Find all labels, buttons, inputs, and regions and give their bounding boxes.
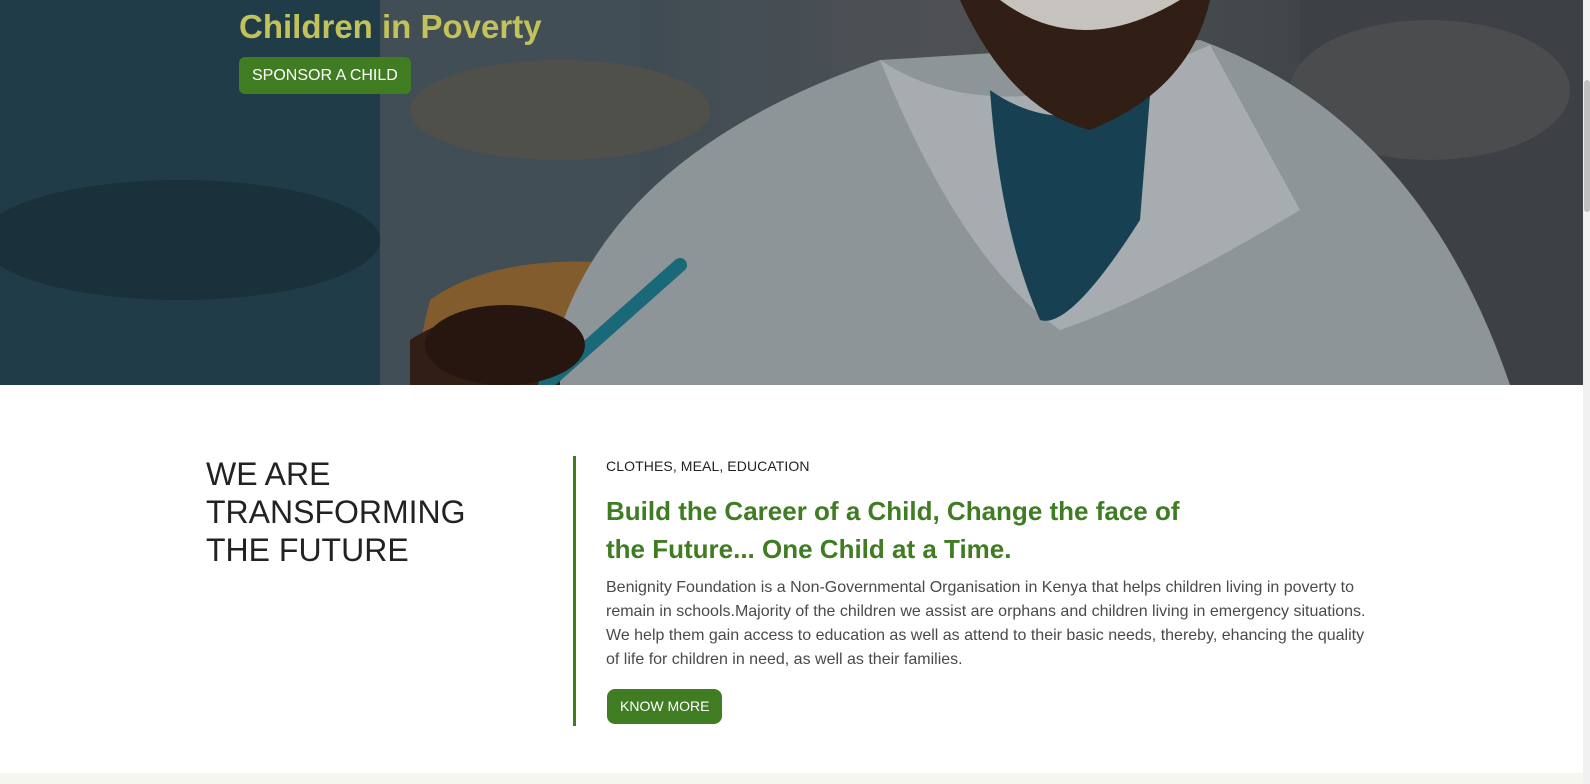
sponsor-a-child-button[interactable]: SPONSOR A CHILD [239, 57, 411, 94]
hero-title: Children in Poverty [239, 8, 542, 45]
hero-overlay [0, 0, 1583, 385]
know-more-button[interactable]: KNOW MORE [607, 689, 723, 724]
about-title: Build the Career of a Child, Change the … [606, 496, 1180, 564]
section-divider [573, 456, 576, 726]
scrollbar-thumb[interactable] [1584, 80, 1590, 212]
next-section-strip [0, 773, 1583, 784]
about-body: Benignity Foundation is a Non-Government… [606, 579, 1366, 668]
page: Children in Poverty SPONSOR A CHILD WE A… [0, 0, 1590, 784]
about-heading: WE ARE TRANSFORMING THE FUTURE [206, 456, 466, 568]
hero-banner: Children in Poverty SPONSOR A CHILD [0, 0, 1583, 385]
about-tagline: CLOTHES, MEAL, EDUCATION [606, 458, 810, 474]
